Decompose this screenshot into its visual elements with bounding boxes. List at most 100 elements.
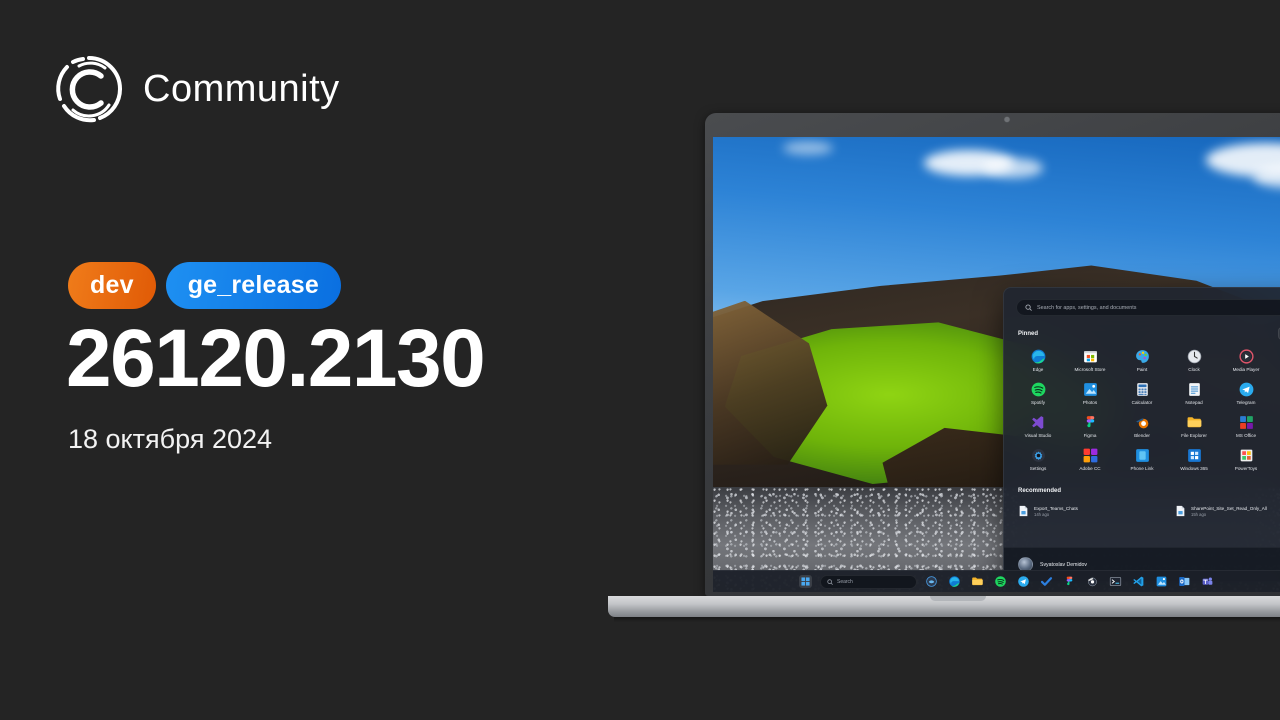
- pinned-app-photos[interactable]: Photos: [1064, 377, 1116, 408]
- pinned-app-label: Adobe CC: [1079, 466, 1101, 472]
- notepad-icon: [1186, 381, 1203, 398]
- pinned-app-recycle-bin[interactable]: Recycle Bin: [1272, 443, 1280, 474]
- start-menu[interactable]: Search for apps, settings, and documents…: [1003, 287, 1280, 582]
- taskbar-item-photos[interactable]: [1153, 573, 1170, 591]
- laptop-base-shadow: [614, 617, 1280, 622]
- to-do-icon: [1040, 575, 1053, 588]
- taskbar-item-blender[interactable]: [1084, 573, 1101, 591]
- laptop-screen: Search for apps, settings, and documents…: [713, 137, 1280, 592]
- pinned-app-clock[interactable]: Clock: [1168, 344, 1220, 375]
- taskbar-item-telegram[interactable]: [1015, 573, 1032, 591]
- pinned-app-to-do[interactable]: To Do: [1272, 344, 1280, 375]
- taskbar-item-to-do[interactable]: [1038, 573, 1055, 591]
- user-name: Svyatoslav Demidov: [1040, 561, 1087, 568]
- pinned-app-vs-code[interactable]: VS Code: [1272, 377, 1280, 408]
- pinned-app-label: Calculator: [1131, 400, 1153, 406]
- telegram-icon: [1238, 381, 1255, 398]
- pinned-app-label: Phone Link: [1130, 466, 1154, 472]
- pinned-app-label: Microsoft Store: [1074, 367, 1106, 372]
- pinned-app-label: PowerToys: [1234, 466, 1258, 472]
- figma-icon: [1063, 575, 1076, 588]
- release-badges: dev ge_release: [68, 262, 341, 309]
- settings-gear-icon: [1030, 447, 1047, 464]
- community-c-ring-logo-icon: [53, 53, 125, 125]
- file-explorer-icon: [1186, 414, 1203, 431]
- release-date: 18 октября 2024: [68, 424, 273, 454]
- pinned-app-edge[interactable]: Edge: [1012, 344, 1064, 375]
- brand-header: Community: [53, 53, 340, 125]
- adobe-cc-icon: [1082, 447, 1099, 464]
- taskbar-item-vs-code[interactable]: [1130, 573, 1147, 591]
- search-icon: [827, 578, 833, 585]
- pinned-app-windows-365[interactable]: Windows 365: [1168, 443, 1220, 474]
- pinned-app-telegram[interactable]: Telegram: [1220, 377, 1272, 408]
- pinned-app-calculator[interactable]: Calculator: [1116, 377, 1168, 408]
- pinned-app-label: Notepad: [1185, 400, 1203, 406]
- pinned-app-label: Figma: [1083, 433, 1097, 439]
- spotify-icon: [994, 575, 1007, 588]
- pinned-apps-grid: Edge Microsoft Store Paint Clock Media P…: [1004, 344, 1280, 474]
- pinned-header: Pinned All apps: [1004, 327, 1280, 340]
- recommended-item-time: 15h ago: [1191, 511, 1207, 517]
- recommended-item-time: 14h ago: [1034, 511, 1050, 517]
- photos-icon: [1082, 381, 1099, 398]
- spotify-icon: [1030, 381, 1047, 398]
- pinned-app-label: Spotify: [1030, 400, 1046, 406]
- document-icon: [1175, 505, 1186, 517]
- pinned-app-notepad[interactable]: Notepad: [1168, 377, 1220, 408]
- taskbar-item-figma[interactable]: [1061, 573, 1078, 591]
- pinned-app-microsoft-store[interactable]: Microsoft Store: [1064, 344, 1116, 375]
- recommended-item[interactable]: Export_Teams_Chats 14h ago: [1012, 501, 1167, 521]
- pinned-app-label: Blender: [1134, 433, 1150, 439]
- media-player-icon: [1238, 348, 1255, 365]
- taskbar-item-teams[interactable]: [1199, 573, 1216, 591]
- pinned-app-label: Photos: [1082, 400, 1098, 406]
- ms-office-icon: [1238, 414, 1255, 431]
- pinned-app-ms-office[interactable]: MS Office: [1220, 410, 1272, 441]
- pinned-app-spotify[interactable]: Spotify: [1012, 377, 1064, 408]
- recommended-item[interactable]: SharePoint_Site_Set_Read_Only_All 15h ag…: [1169, 501, 1280, 521]
- clock-icon: [1186, 348, 1203, 365]
- pinned-app-phone-link[interactable]: Phone Link: [1116, 443, 1168, 474]
- pinned-app-figma[interactable]: Figma: [1064, 410, 1116, 441]
- pinned-app-terminal-preview[interactable]: Terminal Preview: [1272, 410, 1280, 441]
- pinned-app-powertoys[interactable]: PowerToys: [1220, 443, 1272, 474]
- badge-branch-ge-release: ge_release: [165, 262, 341, 309]
- pinned-app-file-explorer[interactable]: File Explorer: [1168, 410, 1220, 441]
- pinned-title: Pinned: [1018, 330, 1039, 337]
- recommended-title: Recommended: [1018, 487, 1062, 494]
- windows-365-icon: [1186, 447, 1203, 464]
- pinned-app-paint[interactable]: Paint: [1116, 344, 1168, 375]
- taskbar-item-edge[interactable]: [946, 573, 963, 591]
- taskbar-item-file-explorer[interactable]: [969, 573, 986, 591]
- pinned-app-label: Clock: [1188, 367, 1200, 372]
- taskbar-item-spotify[interactable]: [992, 573, 1009, 591]
- badge-channel-dev: dev: [68, 262, 156, 309]
- pinned-app-blender[interactable]: Blender: [1116, 410, 1168, 441]
- terminal-icon: [1109, 575, 1122, 588]
- start-search-input[interactable]: Search for apps, settings, and documents: [1016, 299, 1280, 316]
- pinned-app-visual-studio[interactable]: Visual Studio: [1012, 410, 1064, 441]
- pinned-app-settings[interactable]: Settings: [1012, 443, 1064, 474]
- taskbar-search-placeholder: Search: [837, 578, 853, 585]
- taskbar-item-copilot[interactable]: [923, 573, 940, 591]
- pinned-app-media-player[interactable]: Media Player: [1220, 344, 1272, 375]
- copilot-icon: [925, 575, 938, 588]
- build-number: 26120.2130: [66, 313, 486, 404]
- blender-icon: [1086, 575, 1099, 588]
- laptop-base: [608, 596, 1280, 617]
- blender-icon: [1134, 414, 1151, 431]
- taskbar-search-input[interactable]: Search: [820, 574, 917, 589]
- start-search-placeholder: Search for apps, settings, and documents: [1037, 304, 1137, 311]
- taskbar: Search: [713, 570, 1280, 592]
- document-icon: [1018, 505, 1029, 517]
- powertoys-icon: [1238, 447, 1255, 464]
- taskbar-start-button[interactable]: [797, 573, 814, 591]
- webcam-dot-icon: [1004, 117, 1009, 122]
- taskbar-item-outlook[interactable]: [1176, 573, 1193, 591]
- pinned-app-adobe-cc[interactable]: Adobe CC: [1064, 443, 1116, 474]
- edge-icon: [948, 575, 961, 588]
- recommended-item-name: Export_Teams_Chats: [1034, 505, 1078, 511]
- taskbar-item-terminal[interactable]: [1107, 573, 1124, 591]
- photos-icon: [1155, 575, 1168, 588]
